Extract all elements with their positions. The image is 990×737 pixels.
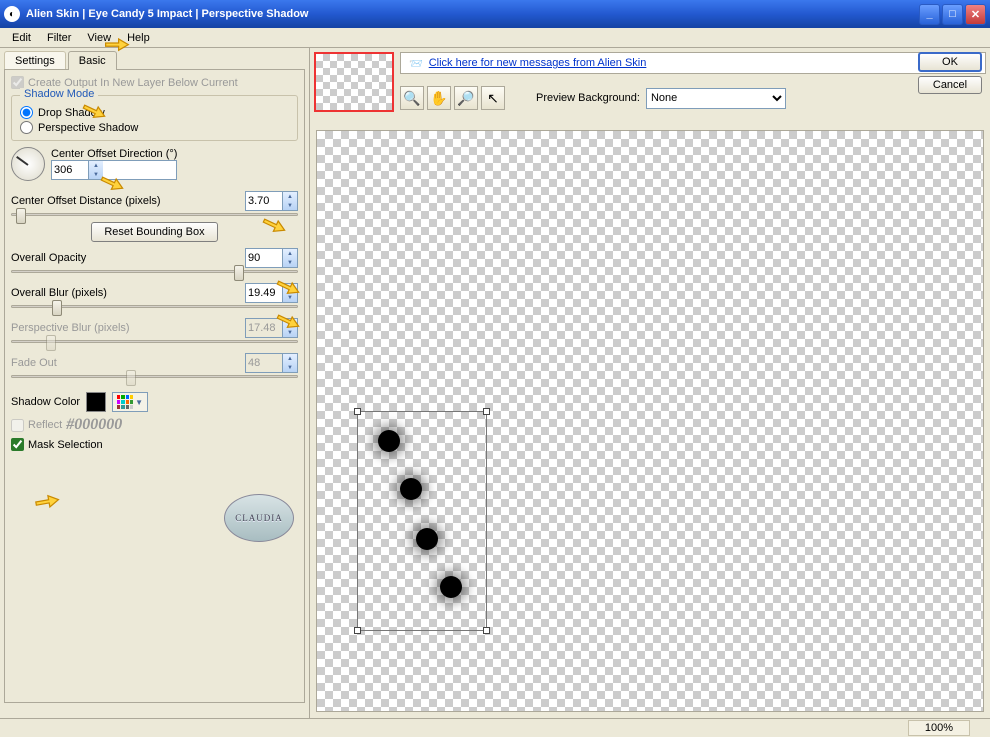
direction-spinner[interactable]: ▲▼ xyxy=(51,160,177,180)
zoom-tool[interactable]: 🔍 xyxy=(400,86,424,110)
direction-label: Center Offset Direction (°) xyxy=(51,148,177,160)
pblur-input xyxy=(246,319,282,337)
menu-filter[interactable]: Filter xyxy=(39,30,79,46)
distance-thumb[interactable] xyxy=(16,208,26,224)
fade-input xyxy=(246,354,282,372)
window-title: Alien Skin | Eye Candy 5 Impact | Perspe… xyxy=(26,8,308,20)
radio-perspective-input[interactable] xyxy=(20,121,33,134)
distance-input[interactable] xyxy=(246,192,282,210)
direction-dial[interactable] xyxy=(11,147,45,181)
mask-input[interactable] xyxy=(11,438,24,451)
tab-settings[interactable]: Settings xyxy=(4,51,66,70)
radio-perspective-shadow[interactable]: Perspective Shadow xyxy=(20,121,289,134)
app-icon: ◐ xyxy=(4,6,20,22)
color-row: Shadow Color ▼ xyxy=(11,392,298,412)
direction-row: Center Offset Direction (°) ▲▼ xyxy=(11,147,298,181)
link-icon: 📨 xyxy=(409,57,423,70)
claudia-badge: CLAUDIA xyxy=(224,494,294,542)
preview-dot xyxy=(378,430,400,452)
hand-tool[interactable]: ✋ xyxy=(427,86,451,110)
shadow-color-well[interactable] xyxy=(86,392,106,412)
maximize-button[interactable]: □ xyxy=(942,4,963,25)
opacity-spinner[interactable]: ▲▼ xyxy=(245,248,298,268)
pblur-slider xyxy=(11,340,298,343)
opacity-input[interactable] xyxy=(246,249,282,267)
opacity-slider[interactable] xyxy=(11,270,298,273)
radio-drop-input[interactable] xyxy=(20,106,33,119)
status-bar: 100% xyxy=(0,718,990,737)
opacity-row: Overall Opacity ▲▼ xyxy=(11,248,298,268)
pblur-label: Perspective Blur (pixels) xyxy=(11,322,130,334)
right-panel: 📨 Click here for new messages from Alien… xyxy=(310,48,990,718)
minimize-button[interactable]: _ xyxy=(919,4,940,25)
zoom-level: 100% xyxy=(908,720,970,736)
hex-display: #000000 xyxy=(66,416,122,434)
preview-dot xyxy=(440,576,462,598)
opacity-label: Overall Opacity xyxy=(11,252,86,264)
distance-row: Center Offset Distance (pixels) ▲▼ xyxy=(11,191,298,211)
left-panel: Settings Basic Create Output In New Laye… xyxy=(0,48,310,718)
preview-bg-select[interactable]: None xyxy=(646,88,786,109)
radio-drop-shadow[interactable]: Drop Shadow xyxy=(20,106,289,119)
spinner-down[interactable]: ▼ xyxy=(89,170,103,179)
reset-bounding-box-button[interactable]: Reset Bounding Box xyxy=(91,222,217,242)
tab-body: Create Output In New Layer Below Current… xyxy=(4,69,305,703)
menu-edit[interactable]: Edit xyxy=(4,30,39,46)
mask-checkbox[interactable]: Mask Selection xyxy=(11,438,298,451)
handle-tr[interactable] xyxy=(483,408,490,415)
reflect-label: Reflect xyxy=(28,419,62,431)
message-bar: 📨 Click here for new messages from Alien… xyxy=(400,52,986,74)
palette-button[interactable]: ▼ xyxy=(112,392,148,412)
preview-dot xyxy=(416,528,438,550)
distance-label: Center Offset Distance (pixels) xyxy=(11,195,161,207)
reflect-checkbox: Reflect #000000 xyxy=(11,416,298,434)
reflect-input xyxy=(11,419,24,432)
shadow-mode-group: Shadow Mode Drop Shadow Perspective Shad… xyxy=(11,95,298,141)
ok-button[interactable]: OK xyxy=(918,52,982,72)
fade-label: Fade Out xyxy=(11,357,57,369)
direction-input[interactable] xyxy=(52,161,88,179)
cancel-button[interactable]: Cancel xyxy=(918,76,982,94)
blur-label: Overall Blur (pixels) xyxy=(11,287,107,299)
handle-bl[interactable] xyxy=(354,627,361,634)
tab-basic[interactable]: Basic xyxy=(68,51,117,70)
fade-row: Fade Out ▲▼ xyxy=(11,353,298,373)
messages-link[interactable]: Click here for new messages from Alien S… xyxy=(429,57,647,69)
menu-help[interactable]: Help xyxy=(119,30,158,46)
distance-slider[interactable] xyxy=(11,213,298,216)
opacity-thumb[interactable] xyxy=(234,265,244,281)
blur-thumb[interactable] xyxy=(52,300,62,316)
mask-label: Mask Selection xyxy=(28,439,103,451)
shadow-mode-legend: Shadow Mode xyxy=(20,88,98,100)
titlebar: ◐ Alien Skin | Eye Candy 5 Impact | Pers… xyxy=(0,0,990,28)
shadow-color-label: Shadow Color xyxy=(11,396,80,408)
blur-slider[interactable] xyxy=(11,305,298,308)
preview-bg-label: Preview Background: xyxy=(536,92,640,104)
handle-tl[interactable] xyxy=(354,408,361,415)
blur-input[interactable] xyxy=(246,284,282,302)
settings-thumbnail[interactable] xyxy=(314,52,394,112)
blur-spinner[interactable]: ▲▼ xyxy=(245,283,298,303)
pointer-tool[interactable]: ↖ xyxy=(481,86,505,110)
menubar: Edit Filter View Help xyxy=(0,28,990,48)
menu-view[interactable]: View xyxy=(79,30,119,46)
close-button[interactable]: ✕ xyxy=(965,4,986,25)
create-output-label: Create Output In New Layer Below Current xyxy=(28,77,238,89)
handle-br[interactable] xyxy=(483,627,490,634)
distance-spinner[interactable]: ▲▼ xyxy=(245,191,298,211)
fade-slider xyxy=(11,375,298,378)
spinner-up[interactable]: ▲ xyxy=(89,161,103,170)
bounding-box[interactable] xyxy=(357,411,487,631)
magnify-tool[interactable]: 🔎 xyxy=(454,86,478,110)
fade-spinner: ▲▼ xyxy=(245,353,298,373)
pblur-spinner: ▲▼ xyxy=(245,318,298,338)
preview-dot xyxy=(400,478,422,500)
preview-area[interactable] xyxy=(316,130,984,712)
